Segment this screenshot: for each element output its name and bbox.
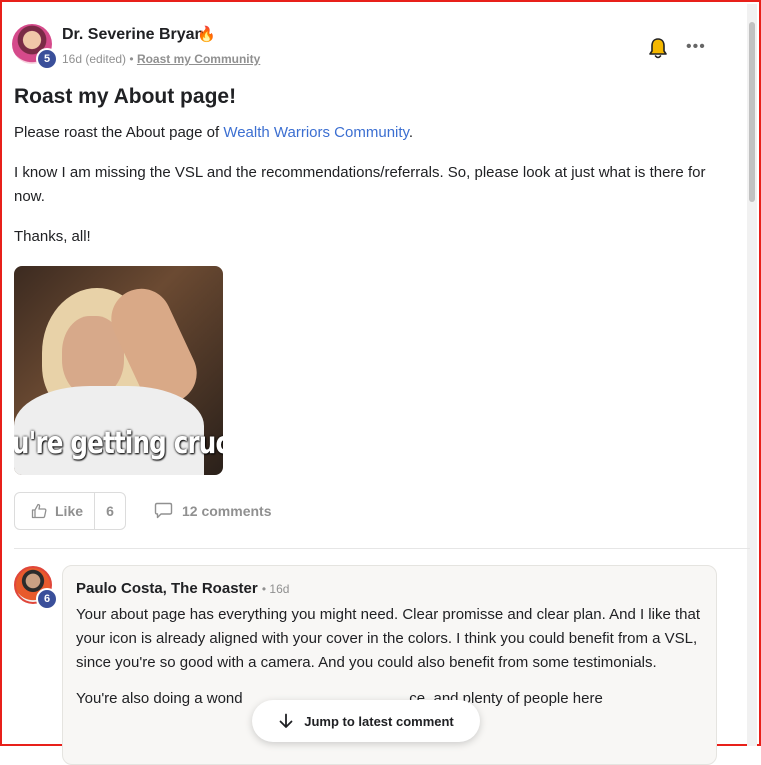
post-time: 16d (edited) [62,52,127,66]
post-paragraph-2: I know I am missing the VSL and the reco… [14,164,706,205]
p1-prefix: Please roast the About page of [14,124,224,141]
like-button[interactable]: Like [15,493,95,529]
comment-body: Your about page has everything you might… [76,606,701,671]
commenter-level-badge: 6 [36,588,58,610]
like-count[interactable]: 6 [95,503,125,519]
divider [14,548,750,549]
jump-label: Jump to latest comment [304,713,454,729]
post-paragraph-3: Thanks, all! [14,228,91,245]
post-title: Roast my About page! [14,85,237,108]
author-level-badge: 5 [36,48,58,70]
comments-count-label: 12 comments [182,502,272,519]
post-paragraph-1: Please roast the About page of Wealth Wa… [14,121,714,145]
commenter-name[interactable]: Paulo Costa, The Roaster [76,580,258,597]
community-link[interactable]: Wealth Warriors Community [223,124,409,141]
post-gif-image[interactable]: u're getting crucif [14,266,223,475]
scrollbar-thumb[interactable] [749,22,755,202]
thumbs-up-icon [31,503,47,519]
meta-separator: • [129,52,134,66]
fire-icon: 🔥 [197,26,216,43]
category-link[interactable]: Roast my Community [137,52,260,66]
p1-suffix: . [408,124,414,141]
like-label: Like [55,503,84,519]
author-avatar[interactable]: 5 [12,24,58,70]
arrow-down-icon [279,713,293,728]
jump-to-latest-button[interactable]: Jump to latest comment [252,700,480,742]
bell-icon[interactable] [648,37,668,59]
comment-bubble-icon [154,502,173,519]
like-control: Like 6 [14,492,126,530]
comments-button[interactable]: 12 comments [154,502,271,519]
comment-time: • 16d [261,582,290,596]
commenter-avatar[interactable]: 6 [14,566,58,610]
post-meta: 16d (edited) • Roast my Community [62,52,260,66]
gif-caption: u're getting crucif [14,426,223,461]
author-name[interactable]: Dr. Severine Bryan [62,26,204,44]
scrollbar[interactable] [747,4,757,746]
comment-header: Paulo Costa, The Roaster • 16d [76,580,702,597]
more-icon[interactable]: ••• [686,38,706,56]
